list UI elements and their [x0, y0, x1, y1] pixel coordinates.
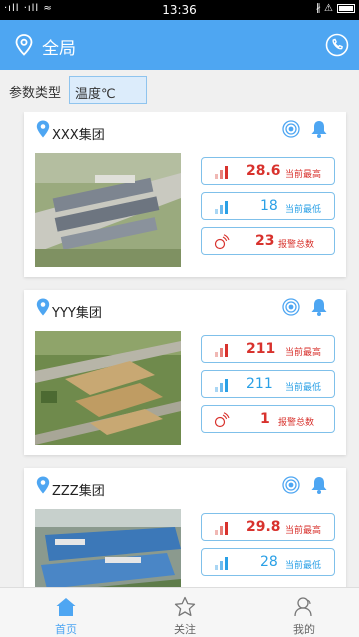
bar-chart-icon	[215, 344, 228, 357]
bar-chart-icon	[215, 522, 228, 535]
stat-label: 当前最低	[285, 205, 322, 215]
facility-aerial-image	[35, 153, 181, 267]
stat-alarm-total[interactable]: 1 报警总数	[201, 405, 335, 433]
bar-chart-icon	[215, 201, 228, 214]
phone-icon[interactable]	[325, 33, 349, 57]
star-icon	[174, 596, 196, 617]
parameter-type-label: 参数类型	[9, 86, 62, 101]
status-bar: ·ıll ·ıll ≈ 13:36 ∦ ⚠	[0, 0, 359, 20]
page-title[interactable]: 全局	[42, 34, 76, 59]
stat-value: 28	[260, 554, 278, 570]
monitor-icon[interactable]	[282, 476, 300, 494]
stat-current-high[interactable]: 211 当前最高	[201, 335, 335, 363]
bell-icon[interactable]	[309, 297, 329, 317]
stat-value: 23	[255, 233, 275, 249]
stat-label: 当前最低	[285, 383, 322, 393]
tab-label: 关注	[174, 623, 196, 636]
location-pin-icon	[36, 298, 50, 316]
location-pin-icon	[36, 120, 50, 138]
facility-aerial-image	[35, 331, 181, 445]
user-icon	[294, 597, 312, 617]
stat-value: 28.6	[246, 163, 281, 179]
stat-current-low[interactable]: 211 当前最低	[201, 370, 335, 398]
stat-value: 1	[260, 411, 270, 427]
stat-label: 当前最高	[285, 526, 322, 536]
location-pin-icon[interactable]	[15, 34, 33, 56]
alarm-icon	[214, 412, 230, 428]
monitor-icon[interactable]	[282, 298, 300, 316]
group-name: YYY集团	[52, 306, 102, 321]
location-pin-icon	[36, 476, 50, 494]
group-name: XXX集团	[52, 128, 105, 143]
stat-current-low[interactable]: 18 当前最低	[201, 192, 335, 220]
stat-label: 报警总数	[278, 418, 315, 428]
stat-label: 当前最高	[285, 170, 322, 180]
monitor-icon[interactable]	[282, 120, 300, 138]
stat-label: 报警总数	[278, 240, 315, 250]
bell-icon[interactable]	[309, 475, 329, 495]
stat-current-low[interactable]: 28 当前最低	[201, 548, 335, 576]
tab-label: 首页	[55, 623, 77, 636]
status-time: 13:36	[162, 3, 197, 17]
tab-home[interactable]: 首页	[36, 588, 96, 637]
group-card[interactable]: YYY集团 211 当前最高 211 当前最低 1 报警总数	[24, 290, 346, 455]
stat-current-high[interactable]: 29.8 当前最高	[201, 513, 335, 541]
bar-chart-icon	[215, 166, 228, 179]
stat-value: 18	[260, 198, 278, 214]
stat-alarm-total[interactable]: 23 报警总数	[201, 227, 335, 255]
group-list[interactable]: XXX集团 28.6 当前最高 18 当前最低 23 报警总数 YYY集团 21…	[0, 112, 359, 587]
app-header: 全局	[0, 20, 359, 70]
stat-value: 211	[246, 341, 276, 357]
group-name: ZZZ集团	[52, 484, 105, 499]
stat-label: 当前最高	[285, 348, 322, 358]
bar-chart-icon	[215, 557, 228, 570]
group-card[interactable]: XXX集团 28.6 当前最高 18 当前最低 23 报警总数	[24, 112, 346, 277]
stat-current-high[interactable]: 28.6 当前最高	[201, 157, 335, 185]
filter-bar: 参数类型 温度℃	[0, 70, 359, 112]
bar-chart-icon	[215, 379, 228, 392]
alarm-icon	[214, 234, 230, 250]
bell-icon[interactable]	[309, 119, 329, 139]
tab-label: 我的	[293, 623, 315, 636]
home-icon	[56, 598, 76, 616]
stat-value: 29.8	[246, 519, 281, 535]
tab-mine[interactable]: 我的	[274, 588, 334, 637]
status-right: ∦ ⚠	[316, 3, 355, 14]
facility-aerial-image	[35, 509, 181, 587]
bottom-tab-bar: 首页 关注 我的	[0, 587, 359, 637]
group-card[interactable]: ZZZ集团 29.8 当前最高 28 当前最低	[24, 468, 346, 587]
stat-value: 211	[246, 376, 273, 392]
tab-follow[interactable]: 关注	[155, 588, 215, 637]
battery-icon	[337, 4, 355, 13]
bluetooth-alarm-indicators: ∦ ⚠	[315, 3, 333, 14]
stat-label: 当前最低	[285, 561, 322, 571]
parameter-type-select[interactable]: 温度℃	[69, 76, 147, 104]
